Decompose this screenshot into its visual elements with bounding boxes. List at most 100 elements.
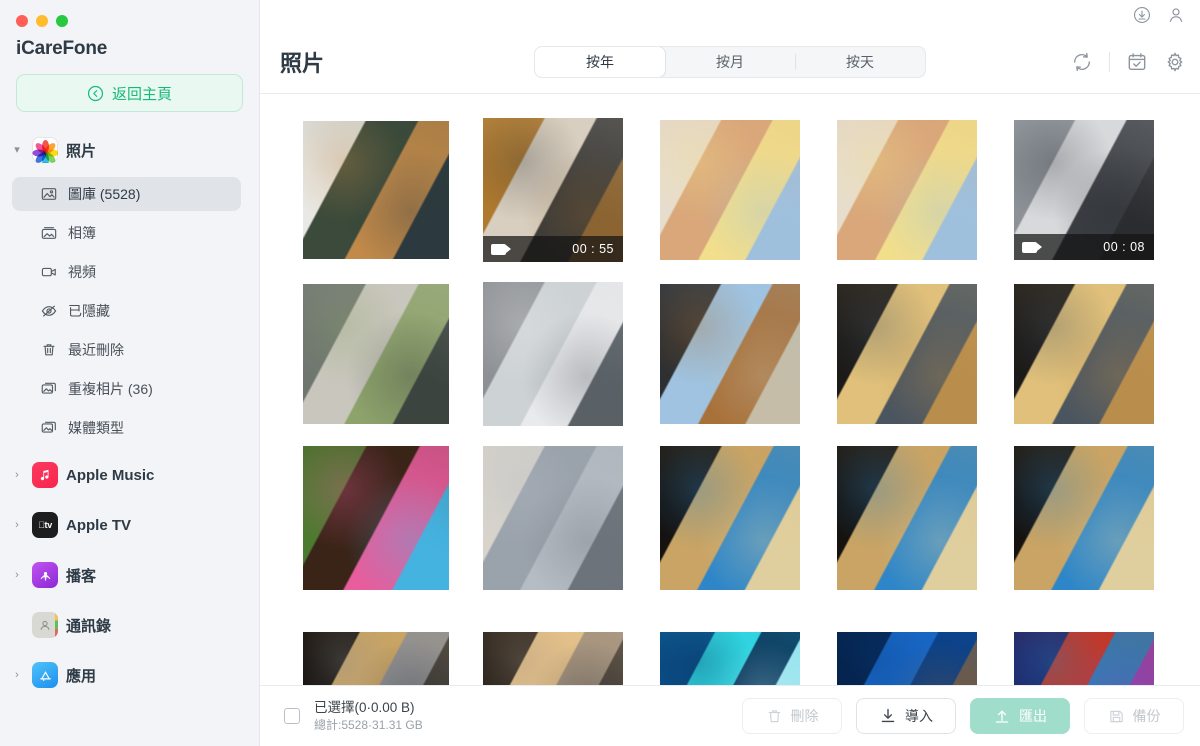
photo-night-market[interactable]: [483, 632, 623, 685]
photo-grid-cell[interactable]: [303, 282, 449, 426]
photo-grid-cell[interactable]: [834, 282, 980, 426]
tab-by-month[interactable]: 按月: [665, 47, 795, 77]
sidebar-item-recently-deleted[interactable]: 最近刪除: [12, 333, 241, 367]
photo-grid-cell[interactable]: [1011, 282, 1157, 426]
photo-texture: [1014, 446, 1154, 590]
sidebar-item-video[interactable]: 視頻: [12, 255, 241, 289]
photo-shopping-street[interactable]: [483, 446, 623, 590]
calendar-check-icon[interactable]: [1126, 51, 1148, 73]
photo-building-signage[interactable]: [303, 121, 449, 259]
close-window-button[interactable]: [16, 15, 28, 27]
photo-grid-cell[interactable]: [657, 282, 803, 426]
photo-grid-cell[interactable]: [657, 118, 803, 262]
sidebar: iCareFone 返回主頁 ▾ 照片 圖庫 (5528) 相簿 視頻 已隱藏 …: [0, 0, 260, 746]
photo-grid-cell[interactable]: [657, 610, 803, 685]
photo-window-counter[interactable]: [660, 284, 800, 424]
photo-grid-cell[interactable]: [303, 610, 449, 685]
photo-texture: [303, 284, 449, 424]
backup-button[interactable]: 備份: [1084, 698, 1184, 734]
tab-by-year-label: 按年: [586, 53, 614, 70]
page-title: 照片: [280, 50, 325, 76]
selected-count-label: 已選擇(0·0.00 B): [314, 699, 415, 715]
sidebar-item-media-type[interactable]: 媒體類型: [12, 411, 241, 445]
photo-restaurant-sign-1[interactable]: [660, 446, 800, 590]
video-car-dashcam[interactable]: 00 : 08: [1014, 120, 1154, 260]
photo-texture: [303, 446, 449, 590]
photo-birthday-cake[interactable]: [303, 446, 449, 590]
photo-restaurant-sign-3[interactable]: [1014, 446, 1154, 590]
photo-grid-cell[interactable]: [834, 610, 980, 685]
photo-grid-cell[interactable]: [303, 118, 449, 262]
photo-bookstore-1[interactable]: [837, 284, 977, 424]
photo-grid-cell[interactable]: [834, 446, 980, 590]
sidebar-item-apps-label: 應用: [66, 667, 97, 685]
photo-texture: [660, 632, 800, 685]
photo-pillar-poster[interactable]: [483, 282, 623, 426]
download-circle-icon[interactable]: [1132, 5, 1152, 25]
sidebar-item-video-label: 視頻: [68, 264, 96, 280]
chevron-right-icon[interactable]: ›: [10, 519, 24, 531]
sidebar-item-apps[interactable]: › 應用: [0, 650, 259, 700]
chevron-right-icon[interactable]: ›: [10, 669, 24, 681]
photo-grid-cell[interactable]: [657, 446, 803, 590]
sidebar-item-podcasts[interactable]: › 播客: [0, 550, 259, 600]
sidebar-group-photos[interactable]: ▾ 照片: [0, 128, 259, 172]
photo-restaurant-sign-2[interactable]: [837, 446, 977, 590]
photo-led-screen-2[interactable]: [837, 632, 977, 685]
photo-texture: [837, 284, 977, 424]
app-brand-title: iCareFone: [16, 38, 108, 59]
back-circle-icon: [87, 85, 104, 102]
photo-sleeping-baby-2[interactable]: [837, 120, 977, 260]
photo-grid-cell[interactable]: [480, 610, 626, 685]
select-all-checkbox[interactable]: [284, 708, 300, 724]
sidebar-item-albums[interactable]: 相簿: [12, 216, 241, 250]
sidebar-item-apple-music[interactable]: › Apple Music: [0, 450, 259, 500]
window-topbar: [260, 0, 1200, 30]
sidebar-item-hidden[interactable]: 已隱藏: [12, 294, 241, 328]
backup-button-label: 備份: [1132, 708, 1161, 724]
photo-bookstore-2[interactable]: [1014, 284, 1154, 424]
maximize-window-button[interactable]: [56, 15, 68, 27]
delete-button[interactable]: 刪除: [742, 698, 842, 734]
duplicate-photos-icon: [40, 380, 58, 398]
photo-grid-cell[interactable]: 00 : 08: [1011, 118, 1157, 262]
photo-grid-cell[interactable]: 00 : 55: [480, 118, 626, 262]
sidebar-item-duplicate-photos[interactable]: 重複相片 (36): [12, 372, 241, 406]
photo-grid-cell[interactable]: [480, 282, 626, 426]
trash-icon: [766, 708, 783, 725]
photo-man-at-restaurant[interactable]: [303, 632, 449, 685]
refresh-icon[interactable]: [1071, 51, 1093, 73]
sidebar-item-contacts[interactable]: 通訊錄: [0, 600, 259, 650]
photo-led-screen-1[interactable]: [660, 632, 800, 685]
sidebar-item-duplicate-photos-label: 重複相片 (36): [68, 381, 153, 397]
tab-by-day[interactable]: 按天: [795, 47, 925, 77]
sidebar-item-gallery[interactable]: 圖庫 (5528): [12, 177, 241, 211]
photo-grid-container[interactable]: 00 : 55 00 : 08: [260, 94, 1200, 685]
video-dog-on-bench[interactable]: 00 : 55: [483, 118, 623, 262]
user-account-icon[interactable]: [1166, 5, 1186, 25]
sidebar-item-apple-tv[interactable]: › tv Apple TV: [0, 500, 259, 550]
export-button[interactable]: 匯出: [970, 698, 1070, 734]
header-actions: [1071, 51, 1186, 73]
photo-texture: [303, 632, 449, 685]
minimize-window-button[interactable]: [36, 15, 48, 27]
video-duration-badge: 00 : 55: [483, 236, 623, 262]
import-button[interactable]: 導入: [856, 698, 956, 734]
podcasts-icon: [32, 562, 58, 588]
photo-grid-cell[interactable]: [303, 446, 449, 590]
back-to-home-button[interactable]: 返回主頁: [16, 74, 243, 112]
photo-grid-cell[interactable]: [834, 118, 980, 262]
photo-glass-corridor[interactable]: [303, 284, 449, 424]
photo-sleeping-baby-1[interactable]: [660, 120, 800, 260]
chevron-right-icon[interactable]: ›: [10, 569, 24, 581]
sidebar-item-apple-music-label: Apple Music: [66, 466, 155, 484]
gear-icon[interactable]: [1164, 51, 1186, 73]
photo-grid-cell[interactable]: [1011, 610, 1157, 685]
import-button-label: 導入: [905, 708, 933, 724]
photo-grid-cell[interactable]: [1011, 446, 1157, 590]
chevron-down-icon[interactable]: ▾: [10, 144, 24, 156]
tab-by-year[interactable]: 按年: [535, 46, 665, 77]
photo-poster-wall[interactable]: [1014, 632, 1154, 685]
chevron-right-icon[interactable]: ›: [10, 469, 24, 481]
photo-grid-cell[interactable]: [480, 446, 626, 590]
